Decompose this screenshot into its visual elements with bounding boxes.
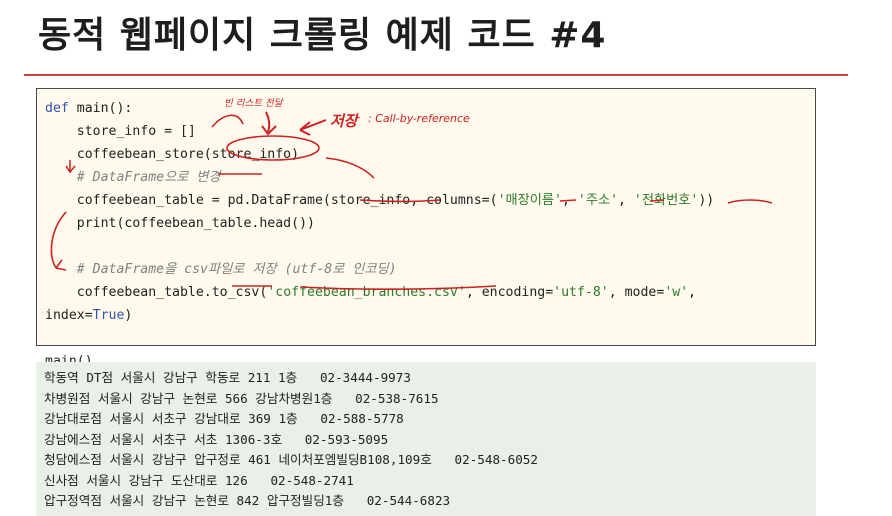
slide-title: 동적 웹페이지 크롤링 예제 코드 #4 bbox=[38, 15, 607, 56]
main-signature: main(): bbox=[68, 101, 133, 116]
csv-filename-string: 'coffeebean_branches.csv' bbox=[267, 285, 466, 300]
column-address-string: '주소' bbox=[577, 193, 619, 208]
output-row: 강남대로점 서울시 서초구 강남대로 369 1층 02-588-5778 bbox=[44, 411, 404, 426]
code-line-4-comment: # DataFrame으로 변경 bbox=[45, 170, 221, 185]
column-phone-string: '전화번호' bbox=[633, 193, 699, 208]
code-block: def main(): store_info = [] coffeebean_s… bbox=[36, 88, 816, 369]
output-row: 강남에스점 서울시 서초구 서초 1306-3호 02-593-5095 bbox=[44, 431, 389, 447]
output-row: 학동역 DT점 서울시 강남구 학동로 211 1층 02-3444-9973 bbox=[44, 370, 411, 385]
code-text: def main(): store_info = [] coffeebean_s… bbox=[45, 97, 714, 373]
separator: , bbox=[618, 193, 634, 208]
output-row: 압구정역점 서울시 강남구 논현로 842 압구정빌딩1층 02-544-682… bbox=[44, 493, 451, 508]
output-row: 차병원점 서울시 강남구 논현로 566 강남차병원1층 02-538-7615 bbox=[44, 390, 439, 406]
closing-parens: )) bbox=[698, 193, 715, 208]
output-panel: 학동역 DT점 서울시 강남구 학동로 211 1층 02-3444-9973 … bbox=[36, 362, 816, 516]
code-line-7-comment: # DataFrame을 csv파일로 저장 (utf-8로 인코딩) bbox=[45, 262, 397, 277]
index-arg: index= bbox=[45, 308, 93, 323]
title-divider bbox=[24, 74, 848, 76]
code-line-1: def main(): bbox=[45, 101, 132, 116]
to-csv-call: coffeebean_table.to_csv( bbox=[45, 285, 268, 300]
mode-string: 'w' bbox=[664, 285, 689, 300]
def-keyword: def bbox=[45, 101, 69, 116]
column-name-string: '매장이름' bbox=[497, 193, 562, 208]
mode-arg: , mode= bbox=[608, 285, 665, 300]
output-row: 신사점 서울시 강남구 도산대로 126 02-548-2741 bbox=[44, 472, 354, 488]
code-line-3: coffeebean_store(store_info) bbox=[45, 147, 300, 162]
code-line-2: store_info = [] bbox=[45, 124, 196, 139]
encoding-arg: , encoding= bbox=[465, 285, 554, 300]
dataframe-call: coffeebean_table = pd.DataFrame(store_in… bbox=[45, 193, 498, 208]
encoding-string: 'utf-8' bbox=[553, 285, 609, 300]
output-text: 학동역 DT점 서울시 강남구 학동로 211 1층 02-3444-9973 … bbox=[44, 368, 538, 512]
code-line-8: coffeebean_table.to_csv('coffeebean_bran… bbox=[45, 285, 696, 300]
comma: , bbox=[688, 285, 697, 300]
separator: , bbox=[561, 193, 578, 208]
code-line-5: coffeebean_table = pd.DataFrame(store_in… bbox=[45, 193, 714, 208]
true-keyword: True bbox=[92, 308, 125, 323]
closing-paren: ) bbox=[124, 308, 133, 323]
output-row: 청담에스점 서울시 강남구 압구정로 461 네이처포엠빌딩B108,109호 … bbox=[44, 452, 538, 467]
code-line-9: index=True) bbox=[45, 308, 132, 323]
code-line-6: print(coffeebean_table.head()) bbox=[45, 216, 315, 231]
